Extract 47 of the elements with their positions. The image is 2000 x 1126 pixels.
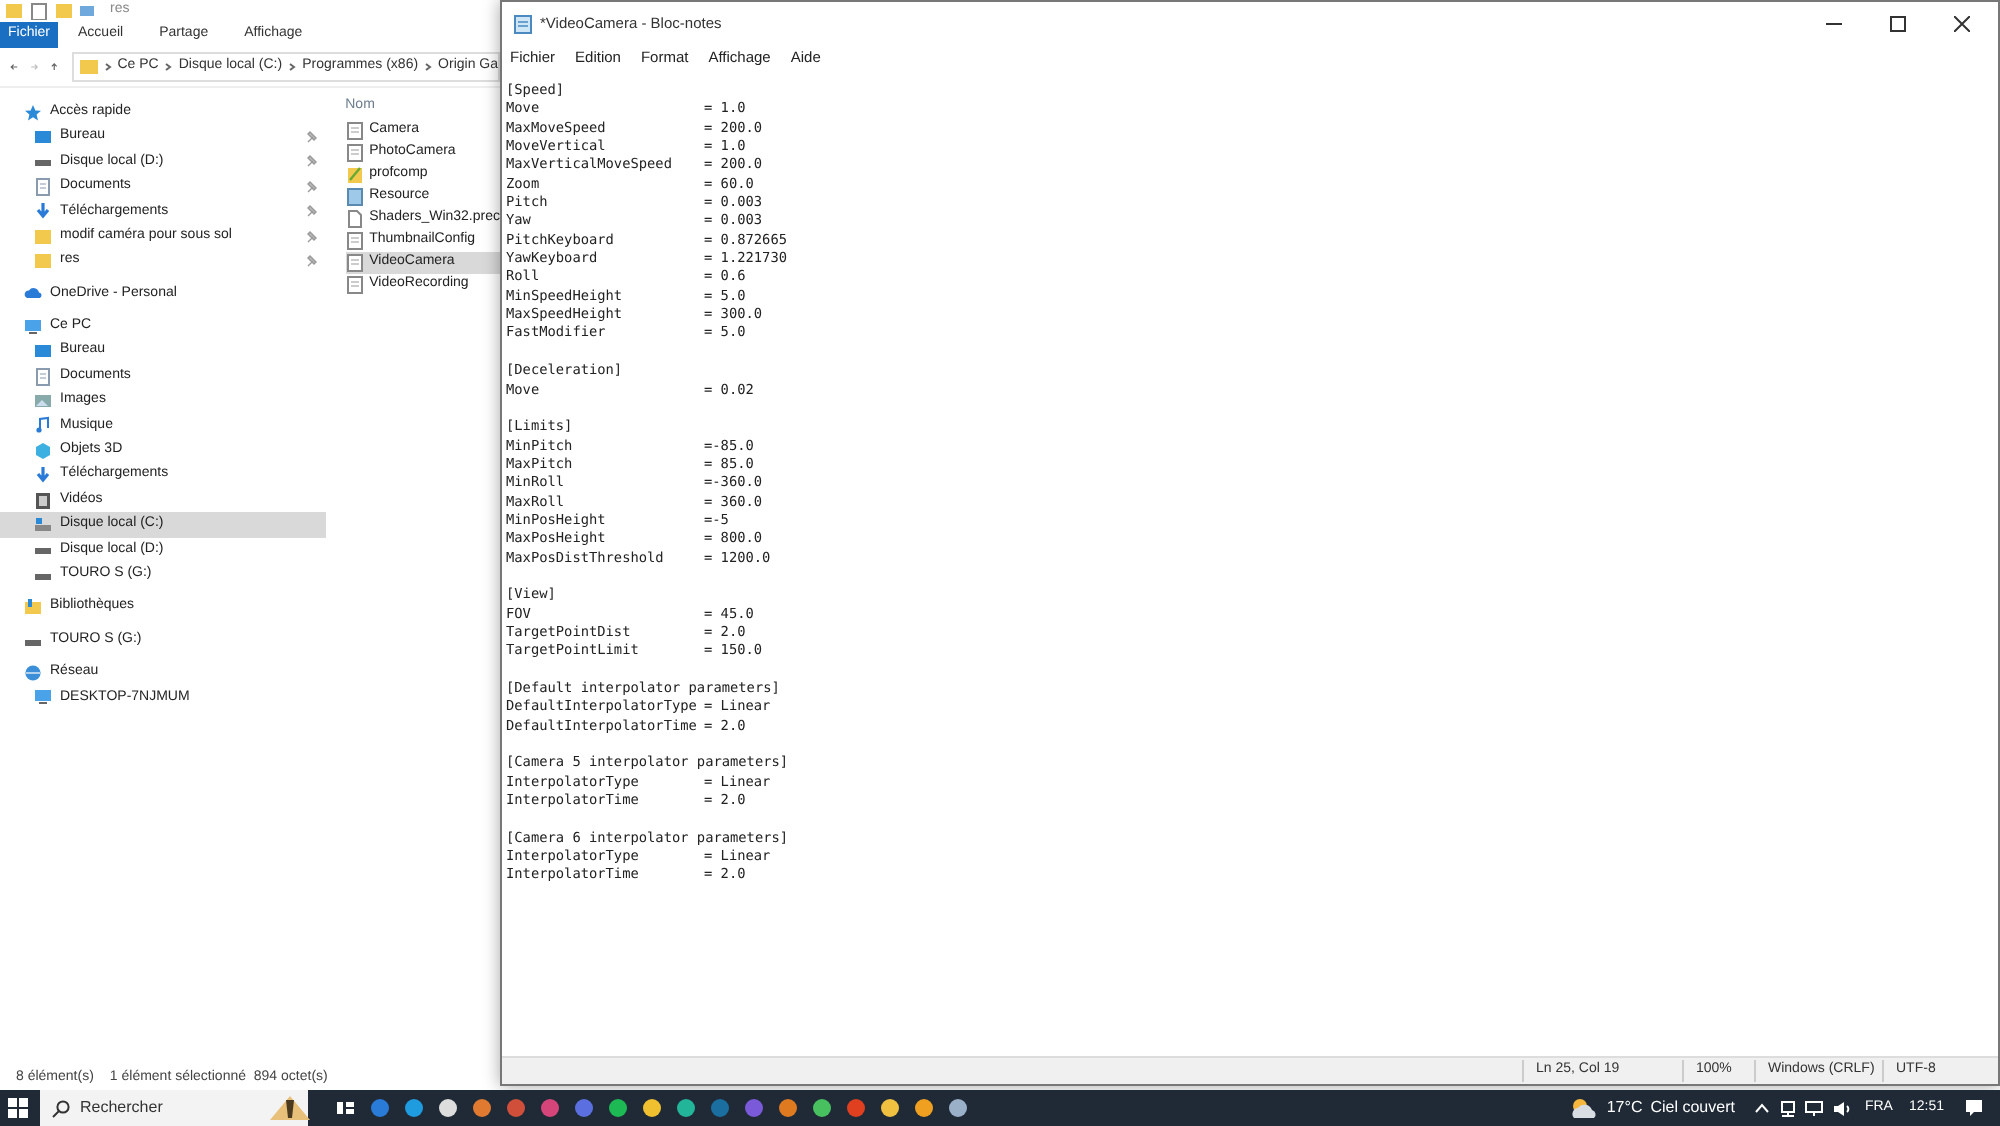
download-arrow-icon — [34, 202, 52, 221]
caret-up-icon[interactable] — [1754, 1102, 1771, 1114]
document-icon — [345, 188, 364, 206]
close-icon[interactable] — [1954, 16, 1970, 32]
notification-icon[interactable] — [1964, 1098, 1984, 1118]
download-arrow-icon — [34, 466, 52, 485]
library-icon — [24, 598, 42, 617]
drive-icon — [34, 515, 52, 534]
task-view-icon — [336, 1100, 356, 1116]
folder-icon — [79, 58, 98, 76]
cloud-icon — [24, 284, 42, 303]
star-icon — [24, 103, 42, 122]
document-icon — [345, 276, 364, 294]
chevron-right-icon — [164, 62, 173, 72]
computer-icon — [34, 688, 52, 707]
weather-cloud-icon[interactable] — [1570, 1097, 1599, 1119]
speaker-icon[interactable] — [1832, 1099, 1853, 1117]
maximize-icon[interactable] — [1890, 16, 1906, 32]
notepad-icon — [514, 14, 532, 34]
back-arrow-icon[interactable] — [10, 60, 19, 74]
computer-icon — [24, 317, 42, 336]
network-icon[interactable] — [1780, 1099, 1797, 1117]
document-icon — [345, 122, 364, 140]
search-field[interactable]: Rechercher — [40, 1090, 308, 1126]
music-note-icon — [34, 416, 52, 435]
desktop-icon — [34, 342, 52, 361]
monitor-icon[interactable] — [1804, 1099, 1825, 1117]
document-icon — [34, 177, 52, 196]
globe-icon — [24, 663, 42, 682]
desktop-icon — [34, 128, 52, 147]
document-icon — [345, 144, 364, 162]
chevron-right-icon — [103, 62, 112, 72]
film-icon — [34, 491, 52, 510]
up-arrow-icon[interactable] — [50, 60, 60, 74]
document-icon — [34, 367, 52, 386]
document-icon — [345, 254, 364, 272]
image-icon — [34, 391, 52, 410]
windows-start-icon[interactable] — [8, 1098, 28, 1118]
document-icon — [345, 232, 364, 250]
temperature-text[interactable]: 17°C — [1606, 1096, 1643, 1120]
cube-icon — [34, 441, 52, 460]
blank-file-icon — [345, 210, 364, 228]
weather-text[interactable]: Ciel couvert — [1650, 1096, 1735, 1120]
pencil-file-icon — [345, 166, 364, 184]
chevron-right-icon — [288, 62, 297, 72]
chevron-right-icon — [424, 62, 433, 72]
search-icon — [52, 1099, 70, 1117]
